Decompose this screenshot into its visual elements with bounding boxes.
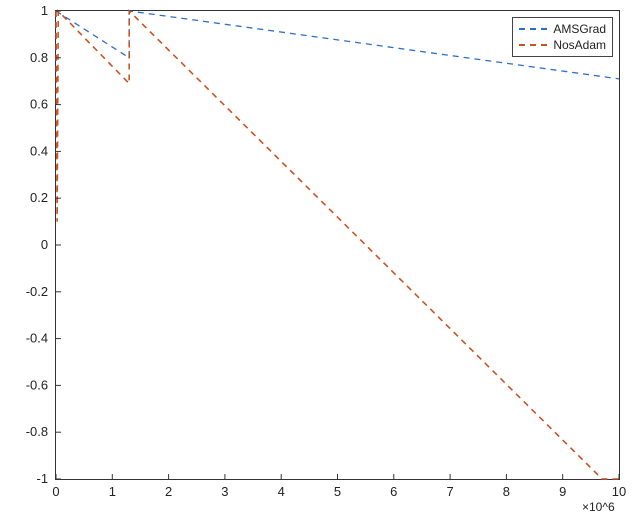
legend-label-nosadam: NosAdam [553,38,606,52]
x-tick-label: 4 [278,484,285,499]
axes: 012345678910 -1-0.8-0.6-0.4-0.200.20.40.… [55,10,620,480]
legend: AMSGrad NosAdam [512,17,613,57]
legend-swatch-nosadam [519,44,547,46]
series-nosadam [56,11,619,479]
x-tick-label: 8 [503,484,510,499]
figure: 0 1 2 3 4 5 6 7 8 9 10 -1 -0.8 -0.6 -0.4 -0.2 0 0.2 0.4 0.… [0,0,634,520]
plot-svg: 012345678910 -1-0.8-0.6-0.4-0.200.20.40.… [56,11,619,479]
legend-swatch-amsgrad [519,28,547,30]
y-tick-label: 1 [41,3,48,18]
x-tick-label: 1 [109,484,116,499]
x-tick-label: 9 [559,484,566,499]
x-tick-label: 2 [165,484,172,499]
y-tick-label: 0 [41,237,48,252]
y-tick-label: 0.4 [30,143,48,158]
x-exponent-label: ×10^6 [582,500,615,514]
legend-entry-amsgrad: AMSGrad [519,21,606,37]
y-tick-label: -0.4 [26,331,48,346]
x-tick-label: 6 [390,484,397,499]
x-tick-label: 0 [52,484,59,499]
legend-label-amsgrad: AMSGrad [553,22,606,36]
y-tick-label: -0.6 [26,377,48,392]
y-tick-label: -1 [37,471,49,486]
y-tick-label: 0.6 [30,97,48,112]
x-tick-label: 10 [612,484,626,499]
y-tick-label: -0.8 [26,424,48,439]
y-tick-label: 0.8 [30,50,48,65]
legend-entry-nosadam: NosAdam [519,37,606,53]
x-tick-label: 3 [221,484,228,499]
y-tick-label: 0.2 [30,190,48,205]
x-tick-label: 7 [446,484,453,499]
x-tick-label: 5 [334,484,341,499]
y-tick-label: -0.2 [26,284,48,299]
